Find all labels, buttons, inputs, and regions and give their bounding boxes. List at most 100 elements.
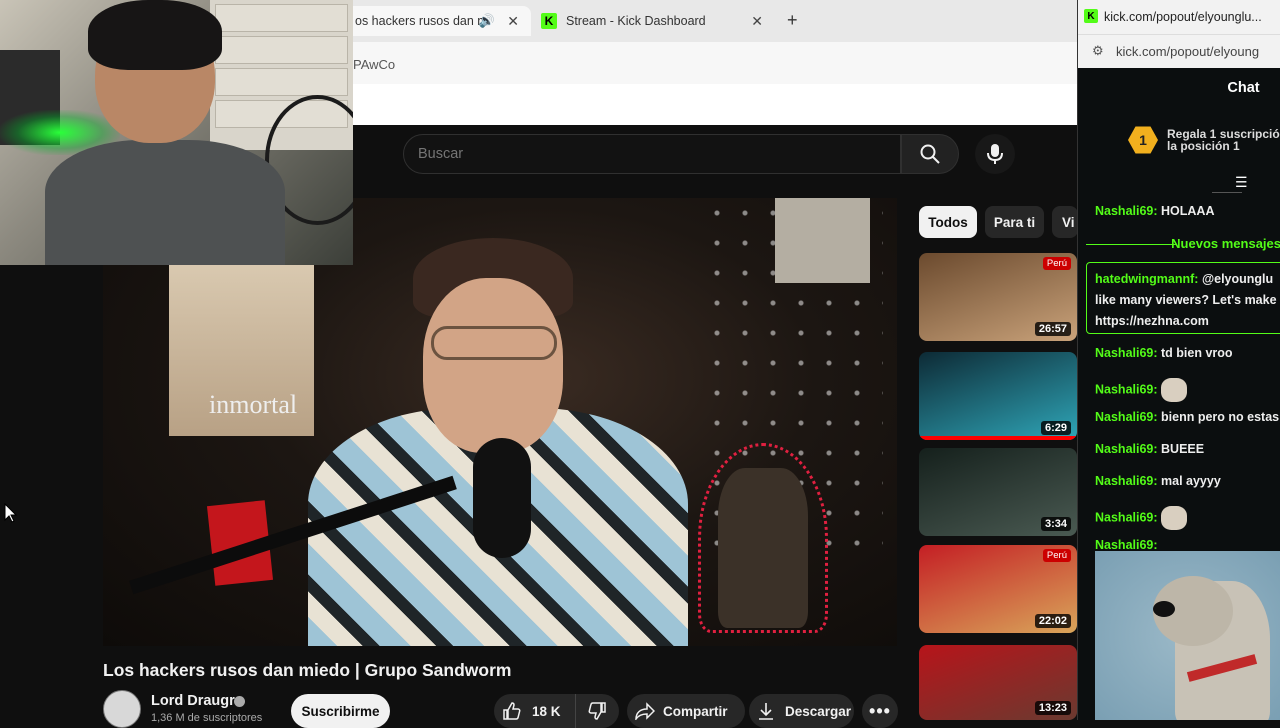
search-input[interactable] [418, 146, 878, 162]
chat-username[interactable]: Nashali69: [1095, 474, 1158, 488]
dog-nose [1153, 601, 1175, 617]
chat-link[interactable]: https://nezhna.com [1095, 314, 1209, 328]
chat-text: td bien vroo [1161, 346, 1233, 360]
tab-kick-label: Stream - Kick Dashboard [566, 14, 706, 28]
dislike-button[interactable] [576, 694, 618, 728]
new-messages-label: Nuevos mensajes [1171, 236, 1280, 251]
cat-emote-icon [1161, 506, 1188, 530]
cat-emote-icon [1161, 378, 1188, 402]
chat-message: Nashali69: HOLAAA [1095, 204, 1214, 218]
close-icon[interactable]: ✕ [751, 13, 763, 30]
subscriber-count: 1,36 M de suscriptores [151, 712, 263, 724]
host-glasses [431, 326, 557, 360]
recommended-video-thumbnail[interactable]: Perú 22:02 [919, 545, 1077, 633]
video-player[interactable]: inmortal [103, 198, 897, 646]
filter-icon[interactable]: ☰ [1235, 174, 1248, 191]
poster-text: inmortal [209, 390, 298, 419]
share-button[interactable]: Compartir [627, 694, 745, 728]
like-button[interactable]: 18 K [494, 694, 576, 728]
gift-banner-text: Regala 1 suscripción la posición 1 [1167, 128, 1280, 152]
site-settings-icon[interactable]: ⚙ [1092, 43, 1104, 59]
tab-youtube[interactable]: os hackers rusos dan m 🔊 ✕ [353, 6, 531, 36]
subscribe-button[interactable]: Suscribirme [291, 694, 390, 728]
kick-logo-icon: K [1084, 9, 1098, 23]
recommended-video-thumbnail[interactable]: 13:23 [919, 645, 1077, 720]
kick-logo-icon: K [541, 13, 557, 29]
microphone [473, 438, 531, 558]
chat-window-title: kick.com/popout/elyounglu... [1104, 10, 1262, 24]
chat-text: BUEEE [1161, 442, 1205, 456]
share-icon [635, 702, 655, 720]
watch-progress-bar [919, 436, 1077, 440]
url-fragment[interactable]: PAwCo [353, 57, 395, 72]
chat-username[interactable]: Nashali69: [1095, 204, 1158, 218]
like-dislike-group: 18 K [494, 694, 619, 728]
tab-kick-dashboard[interactable]: K Stream - Kick Dashboard ✕ [535, 6, 775, 36]
download-button[interactable]: Descargar [749, 694, 854, 728]
gift-text-line2: la posición 1 [1167, 139, 1240, 153]
download-icon [759, 703, 773, 720]
divider [1212, 192, 1242, 193]
streamer-shirt [45, 140, 285, 265]
more-dots-icon: ••• [869, 700, 891, 721]
tab-youtube-label: os hackers rusos dan m [355, 14, 488, 28]
red-lights [698, 443, 828, 633]
dog-cartoon-overlay [1095, 551, 1280, 720]
streamer-hair [88, 0, 222, 70]
search-button[interactable] [901, 134, 959, 174]
chat-username[interactable]: Nashali69: [1095, 538, 1158, 552]
chat-username[interactable]: Nashali69: [1095, 442, 1158, 456]
like-count: 18 K [532, 703, 561, 719]
chat-text: @elyounglu [1198, 272, 1274, 286]
chip-para-ti[interactable]: Para ti [985, 206, 1044, 238]
chat-message: Nashali69: [1095, 506, 1188, 530]
thumbs-down-icon [588, 702, 606, 720]
chat-username[interactable]: Nashali69: [1095, 510, 1158, 524]
more-actions-button[interactable]: ••• [862, 694, 898, 728]
chat-username[interactable]: Nashali69: [1095, 382, 1158, 396]
chip-todos[interactable]: Todos [919, 206, 977, 238]
play-button-plaque [775, 198, 870, 283]
recommended-video-thumbnail[interactable]: 3:34 [919, 448, 1077, 536]
recommended-video-thumbnail[interactable]: 6:29 [919, 352, 1077, 440]
microphone-icon [987, 144, 1003, 164]
video-duration: 26:57 [1034, 322, 1071, 336]
new-tab-plus-icon[interactable]: + [787, 10, 798, 31]
chat-message: Nashali69: [1095, 378, 1188, 402]
chat-username[interactable]: hatedwingmannf: [1095, 272, 1198, 286]
chat-url[interactable]: kick.com/popout/elyoung [1116, 44, 1259, 59]
video-duration: 13:23 [1034, 701, 1071, 715]
page-top-strip [353, 84, 1077, 125]
chat-username[interactable]: Nashali69: [1095, 346, 1158, 360]
gift-sub-banner[interactable]: 1 Regala 1 suscripción la posición 1 ☰ [1078, 112, 1280, 193]
chip-vi[interactable]: Vi [1052, 206, 1078, 238]
mouse-cursor-icon [4, 503, 18, 523]
country-badge: Perú [1042, 549, 1071, 562]
thumbs-up-icon [503, 702, 521, 720]
voice-search-button[interactable] [975, 134, 1015, 174]
channel-avatar[interactable] [103, 690, 141, 728]
close-icon[interactable]: ✕ [507, 13, 519, 30]
speaker-icon[interactable]: 🔊 [479, 13, 495, 29]
video-duration: 3:34 [1040, 517, 1071, 531]
search-box[interactable] [403, 134, 901, 174]
highlighted-chat-message: hatedwingmannf: @elyounglu like many vie… [1086, 262, 1280, 334]
video-duration: 22:02 [1034, 614, 1071, 628]
chat-text: HOLAAA [1161, 204, 1215, 218]
chat-url-bar[interactable]: ⚙ kick.com/popout/elyoung [1078, 34, 1280, 68]
chat-message: Nashali69: bienn pero no estas [1095, 410, 1279, 424]
chat-window-titlebar: K kick.com/popout/elyounglu... [1078, 0, 1280, 34]
video-title: Los hackers rusos dan miedo | Grupo Sand… [103, 660, 512, 680]
recommended-video-thumbnail[interactable]: Perú 26:57 [919, 253, 1077, 341]
host-face [423, 278, 563, 453]
country-badge: Perú [1042, 257, 1071, 270]
tab-strip: os hackers rusos dan m 🔊 ✕ K Stream - Ki… [353, 0, 1077, 42]
chat-message: Nashali69: mal ayyyy [1095, 474, 1221, 488]
chat-username[interactable]: Nashali69: [1095, 410, 1158, 424]
chat-text: like many viewers? Let's make [1095, 293, 1277, 307]
video-duration: 6:29 [1040, 421, 1071, 435]
chat-message: Nashali69: td bien vroo [1095, 346, 1233, 360]
webcam-overlay [0, 0, 353, 265]
share-label: Compartir [663, 703, 728, 719]
channel-name[interactable]: Lord Draugr [151, 693, 235, 709]
